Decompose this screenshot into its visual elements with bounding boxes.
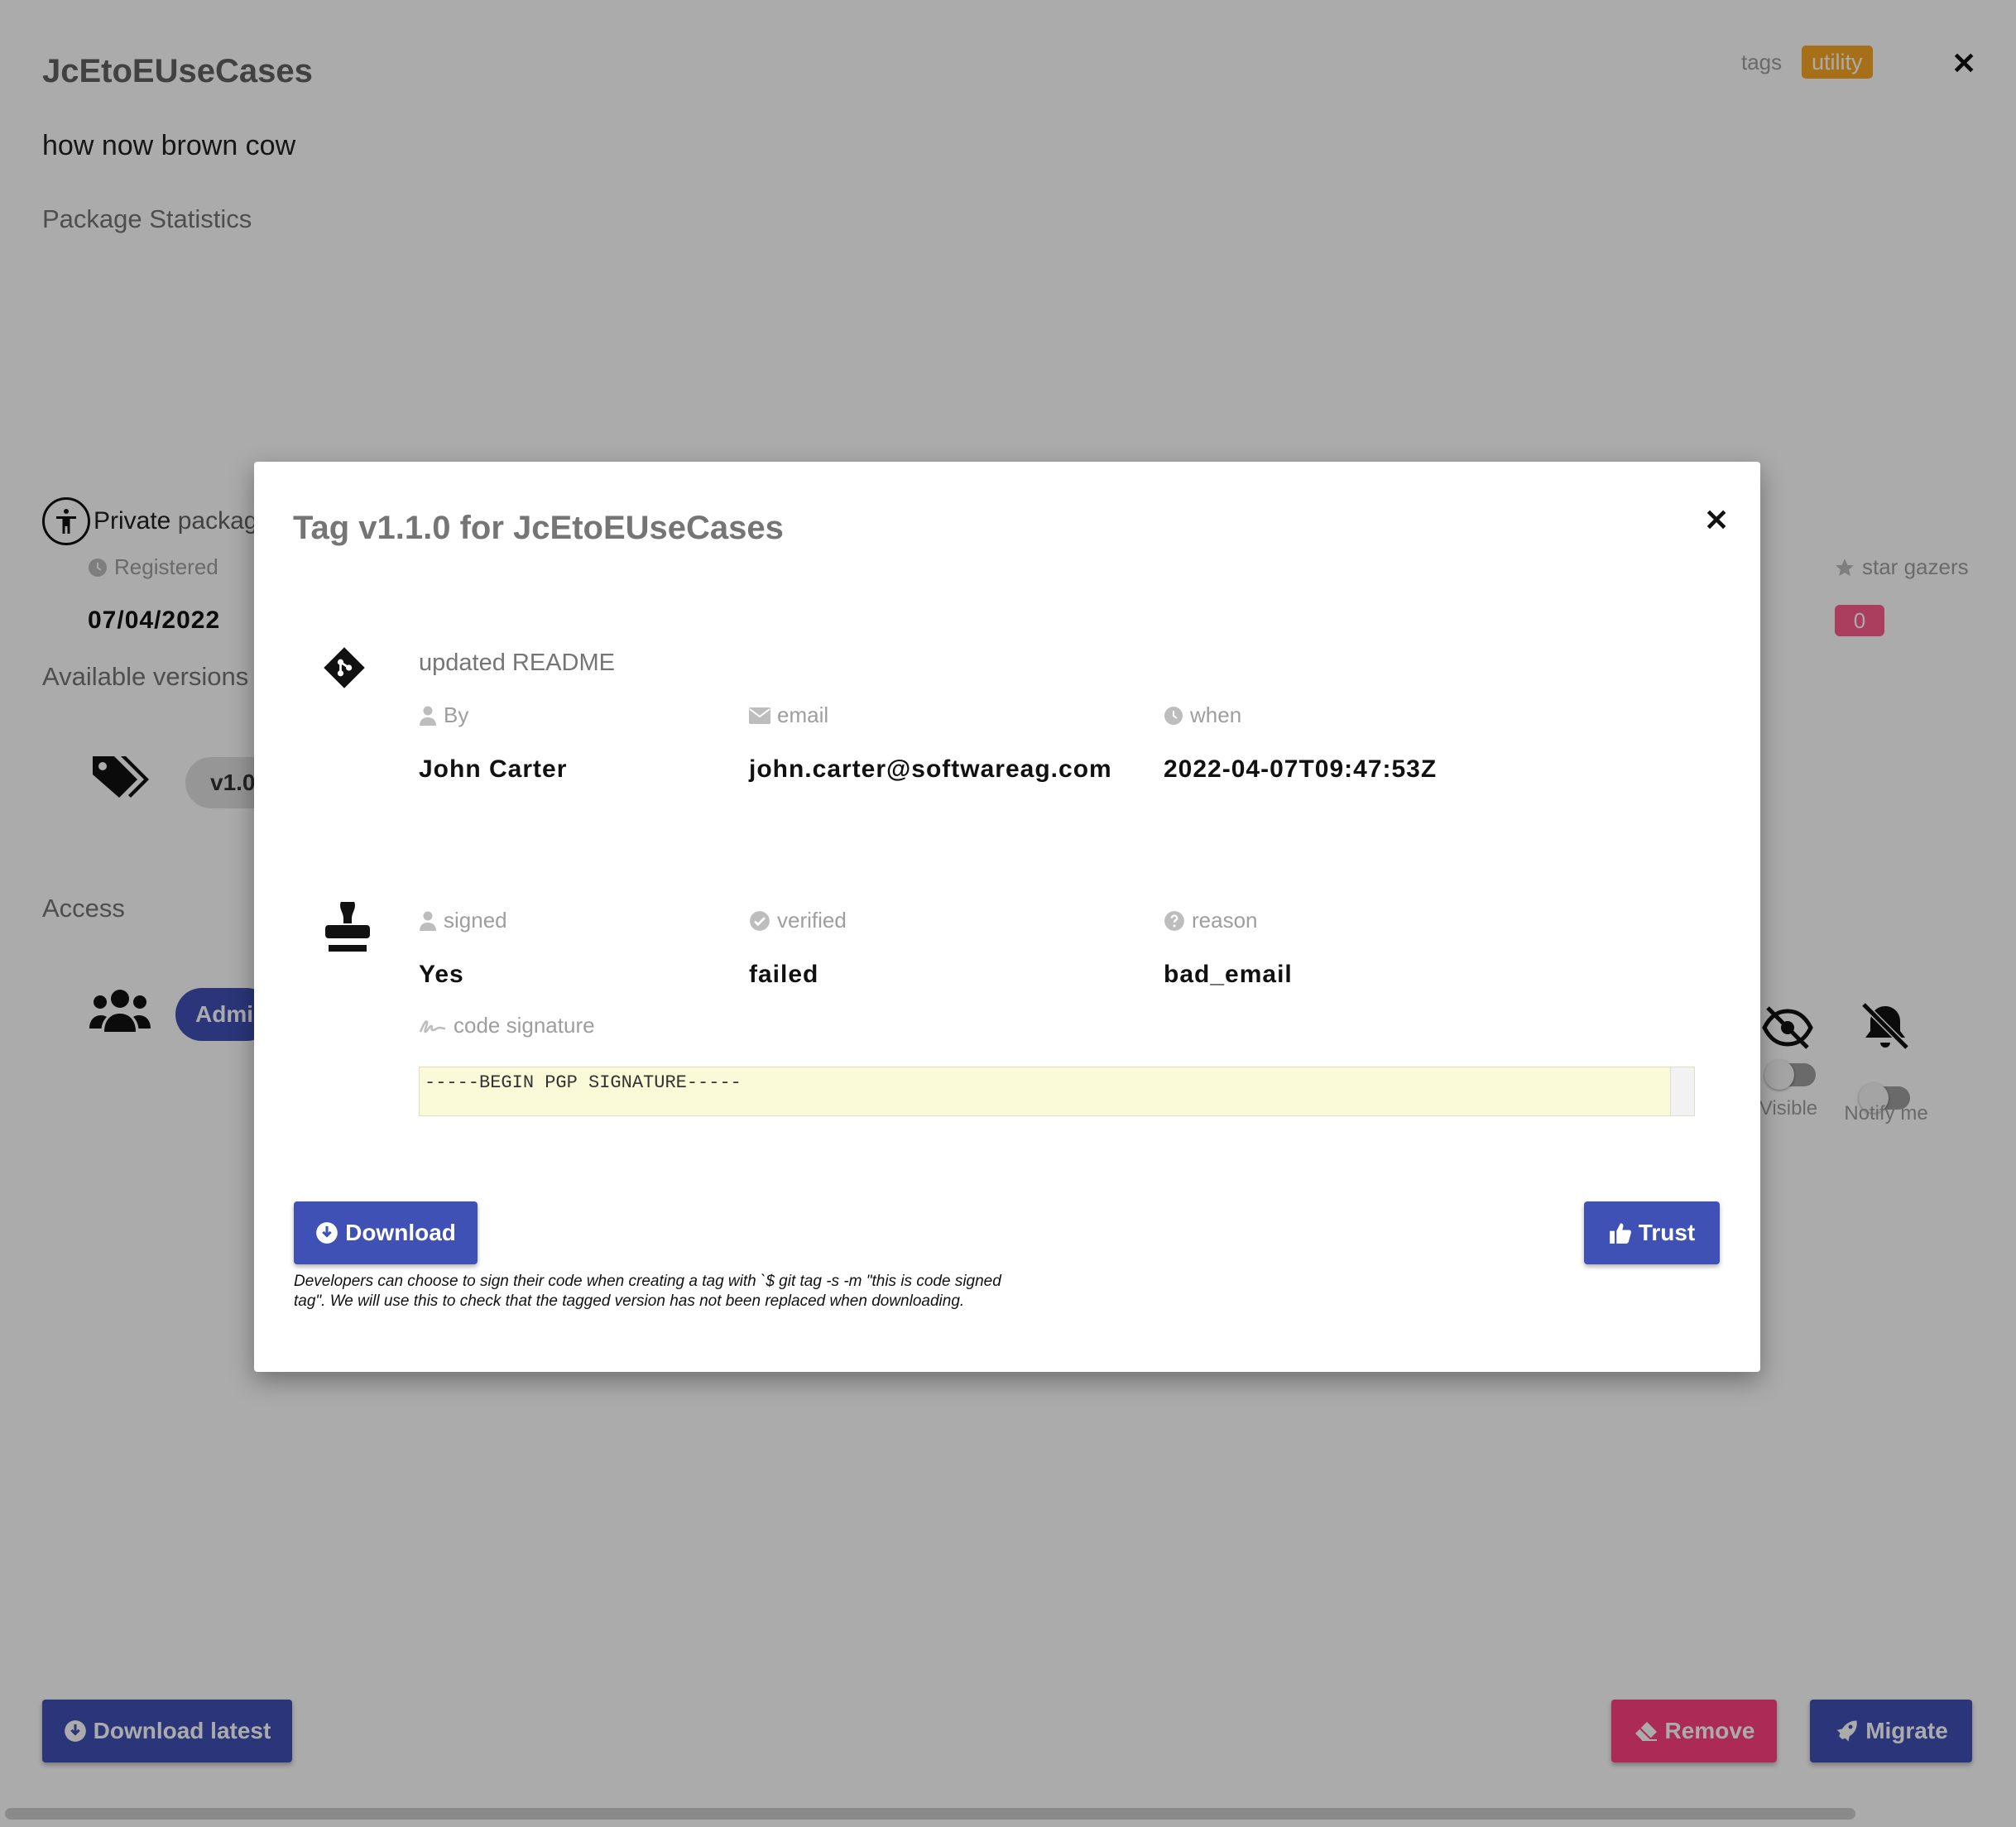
thumbs-up-icon <box>1609 1221 1632 1244</box>
signed-value: Yes <box>419 961 464 988</box>
textarea-scrollbar[interactable] <box>1670 1067 1694 1115</box>
signature-text: -----BEGIN PGP SIGNATURE----- <box>425 1072 742 1093</box>
when-label: when <box>1164 703 1241 728</box>
verified-label: verified <box>749 908 847 933</box>
signing-note: Developers can choose to sign their code… <box>294 1273 1001 1310</box>
git-icon <box>322 645 367 690</box>
user-icon <box>419 706 437 726</box>
download-button[interactable]: Download <box>294 1201 478 1264</box>
horizontal-scrollbar[interactable] <box>5 1808 1855 1820</box>
modal-title: Tag v1.1.0 for JcEtoEUseCases <box>293 510 784 546</box>
reason-value: bad_email <box>1164 961 1293 988</box>
by-label: By <box>419 703 468 728</box>
email-label: email <box>749 703 828 728</box>
envelope-icon <box>749 707 770 724</box>
when-value: 2022-04-07T09:47:53Z <box>1164 755 1438 783</box>
stamp-icon <box>324 902 372 953</box>
email-value: john.carter@softwareag.com <box>749 755 1112 783</box>
question-circle-icon <box>1164 910 1185 932</box>
verified-value: failed <box>749 961 819 988</box>
reason-label: reason <box>1164 908 1258 933</box>
by-value: John Carter <box>419 755 568 783</box>
user-icon <box>419 911 437 931</box>
commit-message: updated README <box>419 650 615 676</box>
signed-label: signed <box>419 908 507 933</box>
code-signature-label: code signature <box>419 1013 595 1038</box>
signature-icon <box>419 1017 447 1035</box>
download-circle-icon <box>315 1221 338 1244</box>
clock-icon <box>1164 706 1183 726</box>
modal-close-icon[interactable]: ✕ <box>1704 503 1729 538</box>
check-circle-icon <box>749 910 770 932</box>
trust-button[interactable]: Trust <box>1584 1201 1720 1264</box>
tag-details-modal: Tag v1.1.0 for JcEtoEUseCases ✕ updated … <box>254 462 1760 1372</box>
code-signature-textarea[interactable]: -----BEGIN PGP SIGNATURE----- <box>419 1067 1695 1116</box>
